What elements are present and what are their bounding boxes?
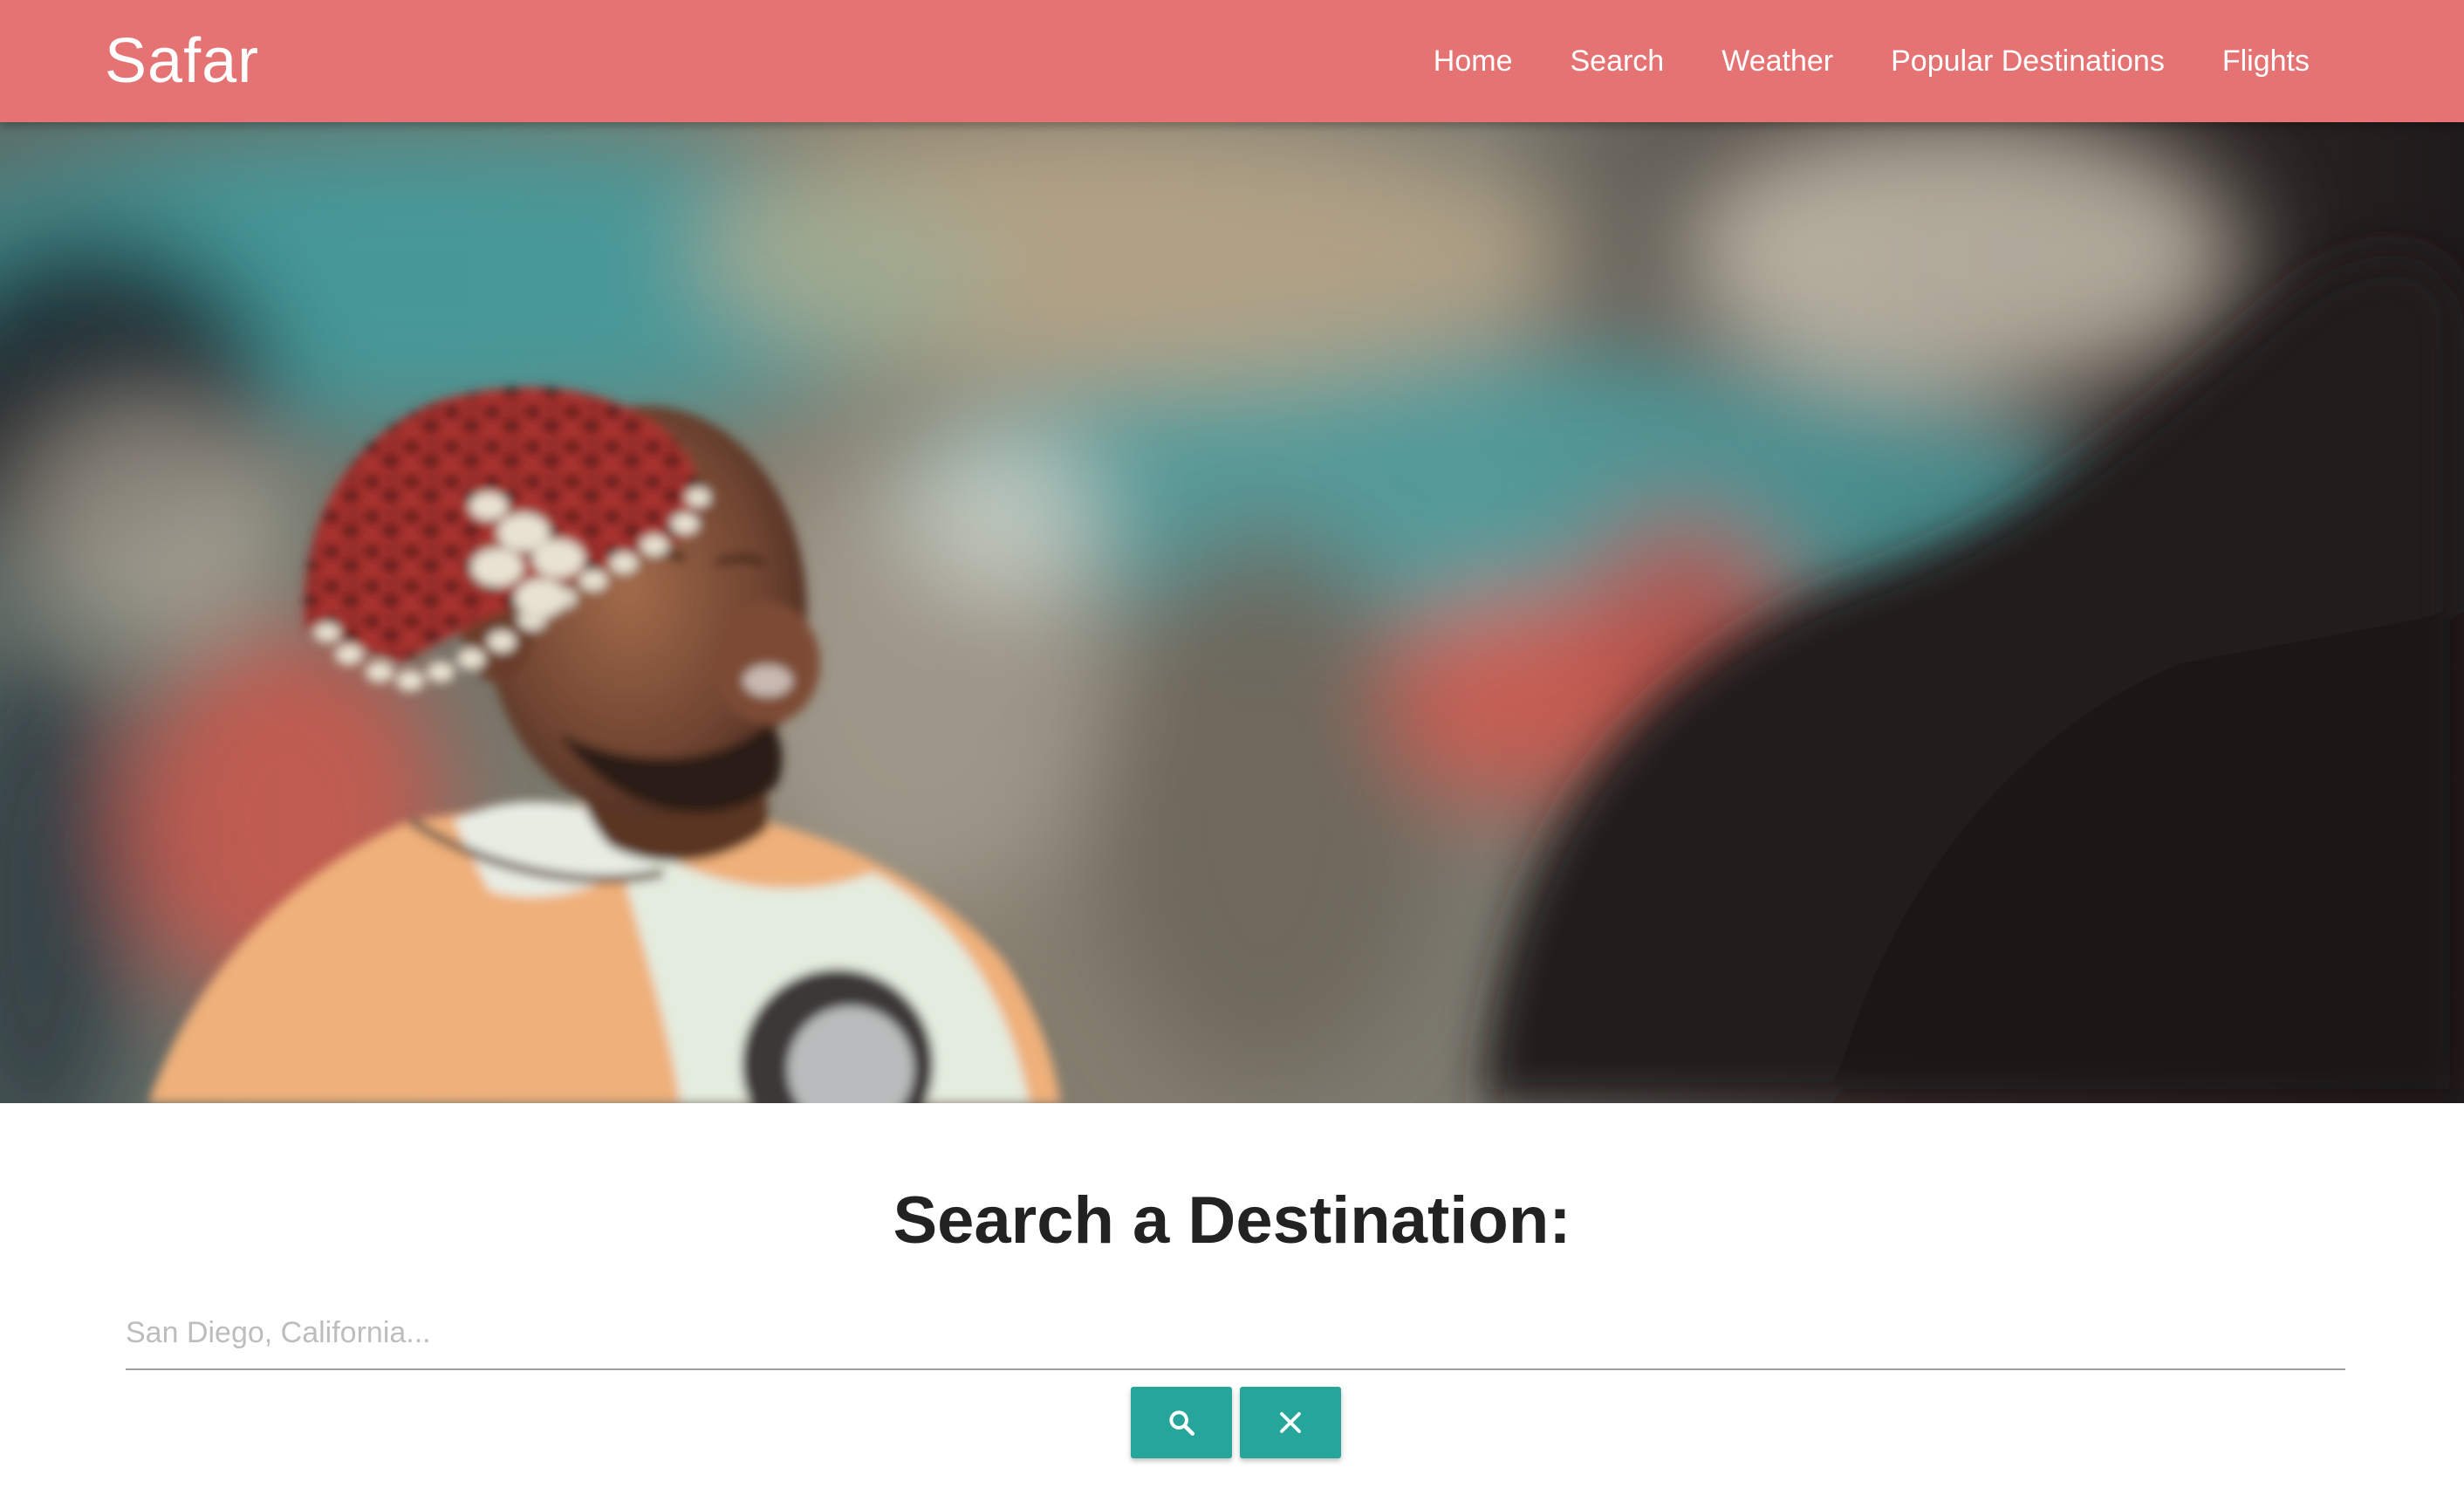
navbar: Safar Home Search Weather Popular Destin… xyxy=(0,0,2464,122)
nav-links: Home Search Weather Popular Destinations… xyxy=(1405,0,2338,122)
clear-button[interactable] xyxy=(1240,1387,1341,1458)
search-icon xyxy=(1167,1408,1196,1437)
nav-link-flights[interactable]: Flights xyxy=(2194,0,2338,122)
close-icon xyxy=(1277,1409,1304,1436)
brand-logo[interactable]: Safar xyxy=(105,23,259,99)
search-button[interactable] xyxy=(1131,1387,1232,1458)
nav-link-search[interactable]: Search xyxy=(1541,0,1693,122)
search-title: Search a Destination: xyxy=(893,1183,1571,1258)
search-section: Search a Destination: xyxy=(0,1103,2464,1495)
hero-photo xyxy=(0,122,2464,1103)
nav-link-home[interactable]: Home xyxy=(1405,0,1542,122)
nav-link-popular-destinations[interactable]: Popular Destinations xyxy=(1862,0,2194,122)
destination-search-input[interactable] xyxy=(126,1297,2345,1370)
hero-image xyxy=(0,122,2464,1103)
nav-link-weather[interactable]: Weather xyxy=(1693,0,1862,122)
